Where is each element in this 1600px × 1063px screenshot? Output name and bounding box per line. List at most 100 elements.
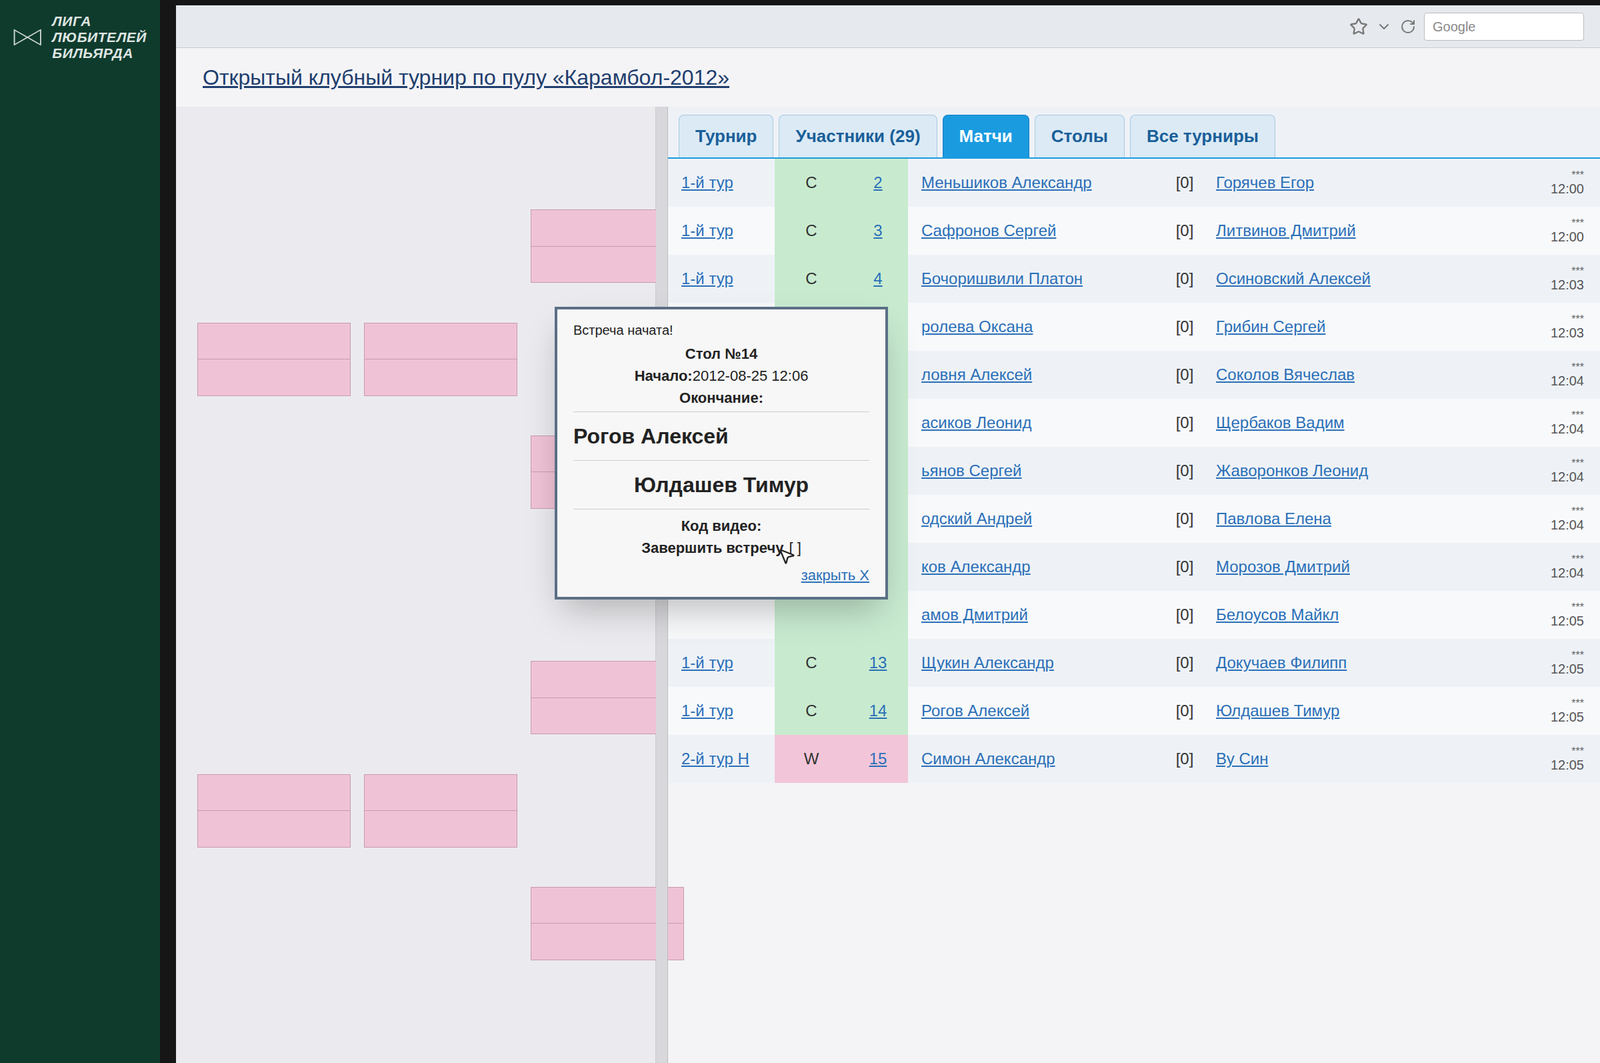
player-link[interactable]: Щукин Александр xyxy=(921,653,1054,672)
popup-end: Окончание: xyxy=(573,386,870,412)
tournament-title-link[interactable]: Открытый клубный турнир по пулу «Карамбо… xyxy=(202,65,730,90)
player-link[interactable]: Сафронов Сергей xyxy=(921,221,1056,240)
player-link[interactable]: Бочоришвили Платон xyxy=(921,269,1083,288)
player-link[interactable]: одский Андрей xyxy=(921,509,1032,528)
bracket-match xyxy=(197,774,351,848)
left-bezel: ЛИГАЛЮБИТЕЛЕЙБИЛЬЯРДА xyxy=(0,0,160,1063)
table-link[interactable]: 4 xyxy=(873,266,882,291)
table-link[interactable]: 13 xyxy=(869,650,888,675)
match-rating: *** xyxy=(1571,169,1584,182)
match-score: [0] xyxy=(1161,266,1208,291)
match-time: 12:00 xyxy=(1550,229,1584,244)
player-link[interactable]: Морозов Дмитрий xyxy=(1216,557,1350,576)
player-link[interactable]: Грибин Сергей xyxy=(1216,317,1326,336)
match-time: 12:04 xyxy=(1550,565,1584,580)
player-link[interactable]: Горячев Егор xyxy=(1216,173,1314,192)
player-link[interactable]: Меньшиков Александр xyxy=(921,173,1092,192)
match-score: [0] xyxy=(1161,218,1208,243)
history-dropdown-icon[interactable] xyxy=(1376,18,1392,35)
browser-bar: Google xyxy=(176,5,1600,48)
player-link[interactable]: Литвинов Дмитрий xyxy=(1216,221,1356,240)
bookmark-star-icon[interactable] xyxy=(1349,17,1368,36)
match-time: 12:05 xyxy=(1550,757,1584,772)
match-status: С xyxy=(805,266,817,291)
match-popup: Встреча начата!Стол №14Начало:2012-08-25… xyxy=(554,306,888,600)
match-rating: *** xyxy=(1571,457,1584,470)
tab[interactable]: Турнир xyxy=(678,114,774,158)
match-row[interactable]: 1-й турС14Рогов Алексей[0]Юлдашев Тимур*… xyxy=(668,686,1600,735)
cursor-icon xyxy=(777,546,796,566)
round-link[interactable]: 1-й тур xyxy=(681,269,734,288)
tab-bar: ТурнирУчастники (29)МатчиСтолыВсе турнир… xyxy=(668,106,1600,159)
player-link[interactable]: Докучаев Филипп xyxy=(1216,653,1347,672)
match-status: С xyxy=(805,698,817,723)
search-field[interactable]: Google xyxy=(1424,12,1584,41)
match-rating: *** xyxy=(1571,697,1584,710)
popup-start: Начало:2012-08-25 12:06 xyxy=(573,364,870,387)
match-time: 12:00 xyxy=(1550,181,1584,196)
match-score: [0] xyxy=(1161,410,1208,435)
player-link[interactable]: Павлова Елена xyxy=(1216,509,1332,528)
tab[interactable]: Матчи xyxy=(942,114,1030,158)
match-score: [0] xyxy=(1161,554,1208,579)
round-link[interactable]: 2-й тур Н xyxy=(681,749,750,768)
tab[interactable]: Участники (29) xyxy=(778,114,937,158)
match-score: [0] xyxy=(1161,458,1208,483)
player-link[interactable]: Соколов Вячеслав xyxy=(1216,365,1355,384)
reload-icon[interactable] xyxy=(1400,18,1416,35)
player-link[interactable]: Юлдашев Тимур xyxy=(1216,701,1340,720)
match-row[interactable]: 2-й тур НW15Симон Александр[0]Ву Син***1… xyxy=(668,734,1600,783)
player-link[interactable]: Ву Син xyxy=(1216,749,1268,768)
match-score: [0] xyxy=(1161,602,1208,627)
match-time: 12:04 xyxy=(1550,517,1584,532)
match-rating: *** xyxy=(1571,217,1584,230)
match-row[interactable]: 1-й турС3Сафронов Сергей[0]Литвинов Дмит… xyxy=(668,206,1600,255)
round-link[interactable]: 1-й тур xyxy=(681,173,734,192)
match-time: 12:05 xyxy=(1550,661,1584,676)
player-link[interactable]: Симон Александр xyxy=(921,749,1056,768)
popup-video-label: Код видео: xyxy=(573,509,870,537)
match-time: 12:04 xyxy=(1550,373,1584,388)
match-rating: *** xyxy=(1571,361,1584,374)
match-rating: *** xyxy=(1571,313,1584,326)
player-link[interactable]: Белоусов Майкл xyxy=(1216,605,1339,624)
tab[interactable]: Все турниры xyxy=(1130,114,1276,158)
player-link[interactable]: амов Дмитрий xyxy=(921,605,1028,624)
match-row[interactable]: 1-й тур С 4 Бочоришвили Платон [0] Осиновский… xyxy=(668,254,1600,303)
matches-table: 1-й тур С 2 Меньшиков Александр [0] Горячев Е… xyxy=(668,158,1600,783)
player-link[interactable]: Жаворонков Леонид xyxy=(1216,461,1368,480)
table-link[interactable]: 15 xyxy=(869,746,888,771)
match-status: W xyxy=(804,746,820,771)
popup-table: Стол №14 xyxy=(573,340,870,365)
table-link[interactable]: 14 xyxy=(869,698,888,723)
table-link[interactable]: 2 xyxy=(873,170,882,195)
player-link[interactable]: ролева Оксана xyxy=(921,317,1033,336)
close-link[interactable]: закрыть X xyxy=(801,564,870,586)
popup-player: Юлдашев Тимур xyxy=(573,460,870,510)
match-row[interactable]: 1-й турС13Щукин Александр[0]Докучаев Фил… xyxy=(668,638,1600,687)
round-link[interactable]: 1-й тур xyxy=(681,701,734,720)
league-logo: ЛИГАЛЮБИТЕЛЕЙБИЛЬЯРДА xyxy=(0,0,160,75)
table-link[interactable]: 3 xyxy=(873,218,882,243)
laptop-screen: Google Открытый клубный турнир по пулу «К… xyxy=(160,0,1600,1063)
player-link[interactable]: ьянов Сергей xyxy=(921,461,1022,480)
round-link[interactable]: 1-й тур xyxy=(681,221,734,240)
tab[interactable]: Столы xyxy=(1034,114,1125,158)
match-rating: *** xyxy=(1571,265,1584,278)
match-score: [0] xyxy=(1161,362,1208,387)
match-row[interactable]: 1-й турС2Меньшиков Александр[0]Горячев Е… xyxy=(668,158,1600,207)
match-time: 12:04 xyxy=(1550,421,1584,436)
match-time: 12:05 xyxy=(1550,709,1584,724)
player-link[interactable]: Щербаков Вадим xyxy=(1216,413,1345,432)
round-link[interactable]: 1-й тур xyxy=(681,653,734,672)
player-link[interactable]: ловня Алексей xyxy=(921,365,1032,384)
matches-panel: ТурнирУчастники (29)МатчиСтолыВсе турнир… xyxy=(668,106,1600,1063)
player-link[interactable]: Осиновский Алексей xyxy=(1216,269,1371,288)
logo-text: БИЛЬЯРДА xyxy=(52,45,147,62)
match-rating: *** xyxy=(1571,649,1584,662)
player-link[interactable]: ков Александр xyxy=(921,557,1031,576)
player-link[interactable]: Рогов Алексей xyxy=(921,701,1030,720)
player-link[interactable]: асиков Леонид xyxy=(921,413,1032,432)
match-rating: *** xyxy=(1571,409,1584,422)
logo-text: ЛИГА xyxy=(52,13,147,30)
